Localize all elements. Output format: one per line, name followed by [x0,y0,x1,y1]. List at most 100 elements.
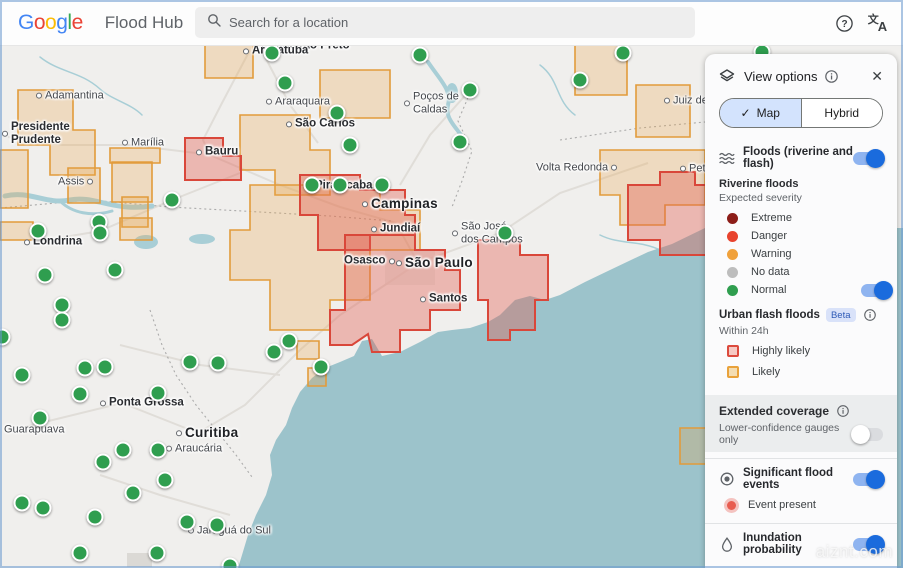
city-label: São Carlos [286,117,355,130]
gauge-marker-normal[interactable] [29,222,47,240]
logo-letter: e [71,10,84,34]
urban-info-icon[interactable] [863,309,876,321]
droplet-icon [719,536,735,552]
gauge-marker-normal[interactable] [94,453,112,471]
gauge-marker-normal[interactable] [13,494,31,512]
gauge-marker-normal[interactable] [181,353,199,371]
gauge-marker-normal[interactable] [373,176,391,194]
severity-label: Danger [751,230,788,242]
gauge-marker-normal[interactable] [208,516,226,534]
gauge-marker-normal[interactable] [86,508,104,526]
gauge-marker-normal[interactable] [496,224,514,242]
search-input[interactable]: Search for a location [195,7,695,38]
gauge-marker-normal[interactable] [76,359,94,377]
gauge-marker-normal[interactable] [149,441,167,459]
gauge-marker-normal[interactable] [209,354,227,372]
map-type-segmented-control: ✓ Map Hybrid [719,98,883,128]
city-dot-icon [100,400,106,406]
search-icon [207,13,221,32]
gauge-marker-normal[interactable] [312,358,330,376]
google-logo[interactable]: Google [18,11,83,35]
gauge-marker-normal[interactable] [96,358,114,376]
severity-label: Warning [751,248,792,260]
floods-toggle[interactable] [853,148,885,168]
gauge-marker-normal[interactable] [163,191,181,209]
gauge-marker-normal[interactable] [331,176,349,194]
extended-info-icon[interactable] [837,405,849,417]
floods-toggle-label: Floods (riverine and flash) [743,146,853,170]
gauge-marker-normal[interactable] [221,557,239,568]
gauge-marker-normal[interactable] [148,544,166,562]
city-dot-icon [24,239,30,245]
normal-gauges-toggle[interactable] [861,280,893,300]
gauge-marker-normal[interactable] [71,385,89,403]
event-present-swatch [727,500,736,510]
gauge-marker-normal[interactable] [341,136,359,154]
map-type-map[interactable]: ✓ Map [720,99,801,127]
gauge-marker-normal[interactable] [328,104,346,122]
city-dot-icon [396,259,402,266]
city-dot-icon [36,92,42,99]
severity-legend: Extreme Danger Warning No data Normal [719,209,893,300]
gauge-marker-normal[interactable] [124,484,142,502]
within-24h-subtitle: Within 24h [719,325,769,337]
urban-swatch [727,344,739,357]
significant-flood-events-toggle[interactable] [853,469,885,489]
severity-item: Danger [727,227,883,245]
extended-coverage-subtitle: Lower-confidence gauges only [719,422,840,446]
gauge-marker-normal[interactable] [156,471,174,489]
city-label: Araraquara [266,96,330,109]
gauge-marker-normal[interactable] [451,133,469,151]
city-label: Poços de Caldas [404,90,459,115]
translate-icon[interactable]: 文A [865,10,891,36]
city-label: Curitiba [176,425,238,441]
gauge-marker-normal[interactable] [31,409,49,427]
severity-label: Normal [751,284,787,296]
gauge-marker-normal[interactable] [106,261,124,279]
severity-item: Warning [727,245,883,263]
city-dot-icon [266,98,272,105]
gauge-marker-normal[interactable] [461,81,479,99]
city-dot-icon [611,164,618,171]
gauge-marker-normal[interactable] [53,311,71,329]
city-dot-icon [286,121,292,127]
urban-label: Likely [752,365,781,378]
urban-legend: Highly likely Likely [719,341,883,381]
city-label: Adamantina [36,90,104,103]
urban-item: Likely [727,362,883,381]
gauge-marker-normal[interactable] [91,224,109,242]
gauge-marker-normal[interactable] [303,176,321,194]
city-dot-icon [680,165,686,172]
gauge-marker-normal[interactable] [276,74,294,92]
map-type-hybrid[interactable]: Hybrid [800,99,882,127]
city-dot-icon [664,97,670,104]
extended-coverage-toggle[interactable] [851,424,883,444]
gauge-marker-normal[interactable] [280,332,298,350]
logo-letter: g [56,10,68,34]
severity-item: No data [727,263,883,281]
city-label: Volta Redonda [536,162,618,175]
severity-swatch [727,212,738,224]
gauge-marker-normal[interactable] [411,46,429,64]
search-placeholder: Search for a location [229,15,349,30]
gauge-marker-normal[interactable] [36,266,54,284]
gauge-marker-normal[interactable] [265,343,283,361]
gauge-marker-normal[interactable] [34,499,52,517]
gauge-marker-normal[interactable] [571,71,589,89]
city-dot-icon [404,100,410,106]
gauge-marker-normal[interactable] [614,45,632,62]
logo-letter: G [18,10,34,34]
gauge-marker-normal[interactable] [149,384,167,402]
gauge-marker-normal[interactable] [263,45,281,62]
gauge-marker-normal[interactable] [13,366,31,384]
close-icon[interactable]: ✕ [871,69,883,83]
gauge-marker-normal[interactable] [114,441,132,459]
city-dot-icon [362,200,368,207]
info-icon[interactable] [825,69,839,83]
watermark: aiznt.com [815,542,893,561]
help-icon[interactable]: ? [831,10,857,36]
city-dot-icon [420,296,426,302]
layers-icon [719,68,735,84]
gauge-marker-normal[interactable] [71,544,89,562]
gauge-marker-normal[interactable] [178,513,196,531]
